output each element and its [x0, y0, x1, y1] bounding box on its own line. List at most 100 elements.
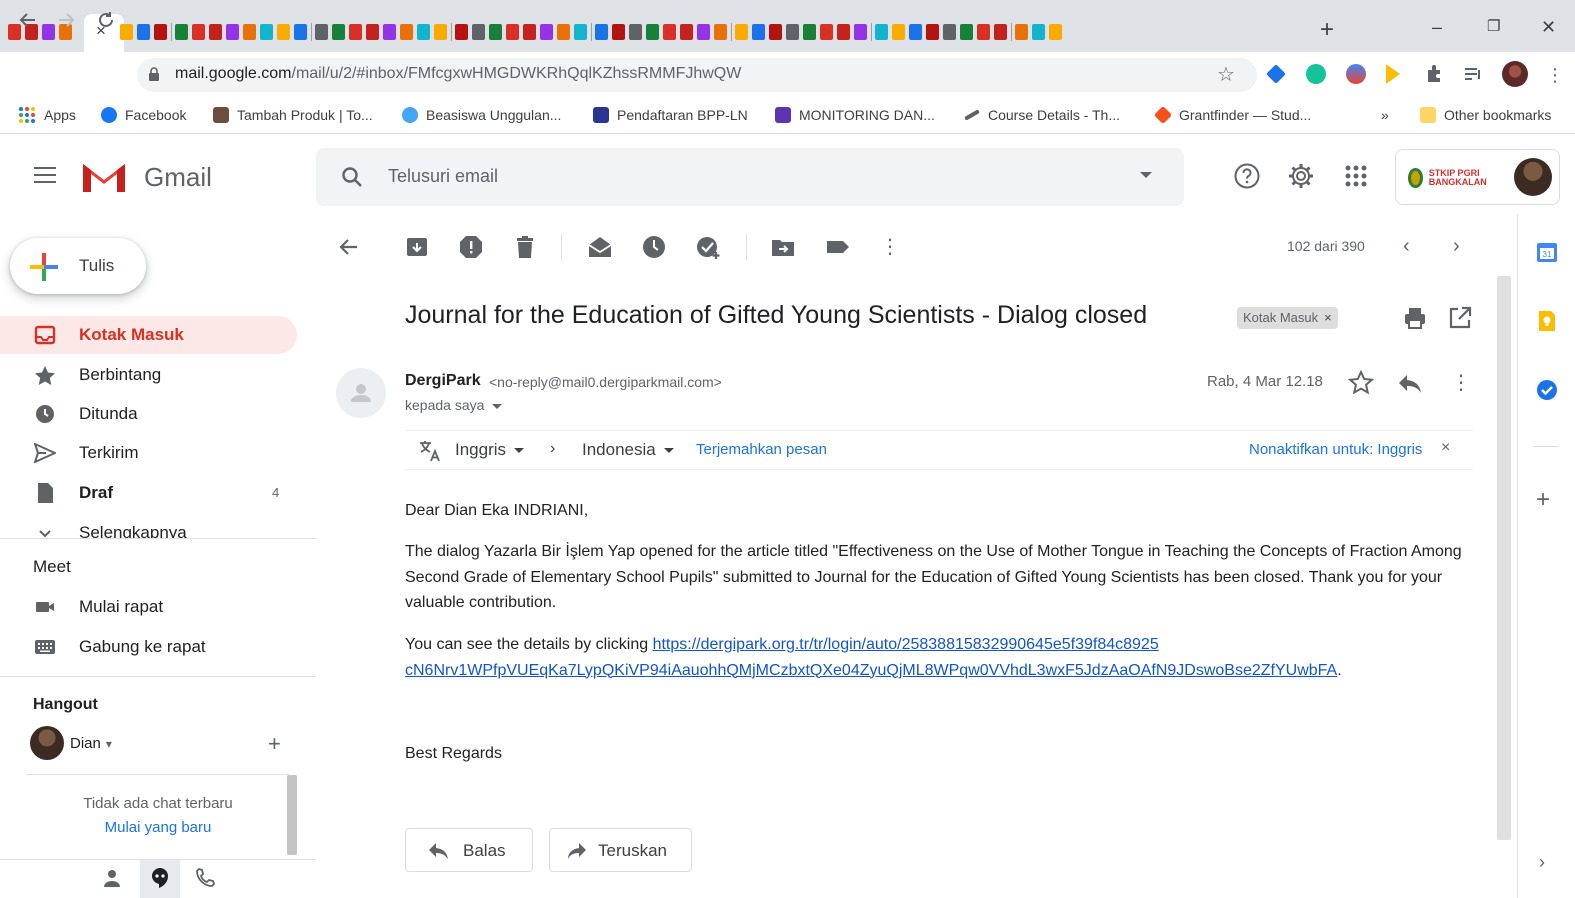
- bookmark-apps[interactable]: Apps: [18, 104, 76, 126]
- bookmark-item[interactable]: Beasiswa Unggulan...: [402, 104, 561, 126]
- tab-favicon-icon[interactable]: [943, 24, 956, 40]
- sidebar-scrollbar[interactable]: [287, 775, 297, 855]
- tab-favicon-icon[interactable]: [523, 24, 536, 40]
- tab-favicon-icon[interactable]: [1032, 24, 1045, 40]
- pinned-tab-favicons[interactable]: [8, 18, 1066, 46]
- tab-favicon-icon[interactable]: [875, 24, 888, 40]
- hangouts-chat-icon[interactable]: [148, 866, 172, 890]
- tab-favicon-icon[interactable]: [837, 24, 850, 40]
- reply-button[interactable]: Balas: [405, 828, 533, 872]
- tab-favicon-icon[interactable]: [540, 24, 553, 40]
- tab-favicon-icon[interactable]: [557, 24, 570, 40]
- tab-favicon-icon[interactable]: [434, 24, 447, 40]
- window-close-button[interactable]: ✕: [1541, 14, 1556, 40]
- extensions-puzzle-icon[interactable]: [1424, 64, 1444, 84]
- tab-favicon-icon[interactable]: [803, 24, 816, 40]
- source-language-select[interactable]: Inggris: [455, 440, 525, 460]
- tab-favicon-icon[interactable]: [697, 24, 710, 40]
- search-options-dropdown-icon[interactable]: [1140, 172, 1152, 178]
- tab-favicon-icon[interactable]: [646, 24, 659, 40]
- tab-favicon-icon[interactable]: [994, 24, 1007, 40]
- compose-label[interactable]: Tulis: [79, 256, 114, 276]
- newer-chevron-left-icon[interactable]: ‹: [1403, 234, 1410, 258]
- tab-favicon-icon[interactable]: [752, 24, 765, 40]
- tab-favicon-icon[interactable]: [315, 24, 328, 40]
- tab-favicon-icon[interactable]: [120, 24, 133, 40]
- nav-item-drafts[interactable]: Draf 4: [0, 474, 297, 512]
- tab-favicon-icon[interactable]: [854, 24, 867, 40]
- tab-favicon-icon[interactable]: [926, 24, 939, 40]
- help-icon[interactable]: [1233, 162, 1261, 190]
- reading-list-icon[interactable]: [1463, 64, 1483, 84]
- bookmark-item[interactable]: Grantfinder — Stud...: [1153, 104, 1311, 126]
- tab-favicon-icon[interactable]: [383, 24, 396, 40]
- tab-favicon-icon[interactable]: [595, 24, 608, 40]
- tab-favicon-icon[interactable]: [735, 24, 748, 40]
- hangout-avatar[interactable]: [30, 726, 64, 760]
- extension-icon[interactable]: [1346, 64, 1366, 84]
- tab-favicon-icon[interactable]: [489, 24, 502, 40]
- tab-favicon-icon[interactable]: [154, 24, 167, 40]
- close-translate-icon[interactable]: ×: [1441, 439, 1450, 457]
- details-link[interactable]: https://dergipark.org.tr/tr/login/auto/2…: [653, 636, 1159, 653]
- remove-label-icon[interactable]: ×: [1324, 310, 1332, 325]
- nav-item-more[interactable]: Selengkapnya: [0, 514, 297, 538]
- window-restore-button[interactable]: ❐: [1487, 14, 1500, 40]
- keep-icon[interactable]: [1535, 309, 1559, 333]
- tab-favicon-icon[interactable]: [417, 24, 430, 40]
- settings-gear-icon[interactable]: [1287, 162, 1315, 190]
- account-avatar[interactable]: [1514, 158, 1552, 196]
- phone-icon[interactable]: [193, 866, 217, 890]
- tab-favicon-icon[interactable]: [629, 24, 642, 40]
- address-url[interactable]: mail.google.com/mail/u/2/#inbox/FMfcgxwH…: [175, 65, 741, 83]
- get-addons-plus-icon[interactable]: +: [1536, 487, 1550, 513]
- tab-favicon-icon[interactable]: [1049, 24, 1062, 40]
- gmail-logo-icon[interactable]: [80, 158, 128, 194]
- nav-item-inbox[interactable]: Kotak Masuk: [0, 316, 297, 354]
- target-language-select[interactable]: Indonesia: [582, 440, 674, 460]
- tab-favicon-icon[interactable]: [455, 24, 468, 40]
- message-scrollbar[interactable]: [1497, 276, 1511, 840]
- tab-favicon-icon[interactable]: [175, 24, 188, 40]
- nav-item-snoozed[interactable]: Ditunda: [0, 395, 297, 433]
- new-tab-button[interactable]: +: [1320, 16, 1334, 44]
- calendar-icon[interactable]: 31: [1535, 240, 1559, 264]
- report-spam-icon[interactable]: [458, 234, 484, 260]
- show-side-panel-chevron-icon[interactable]: ›: [1539, 852, 1545, 873]
- open-in-new-window-icon[interactable]: [1447, 305, 1473, 331]
- tab-favicon-icon[interactable]: [349, 24, 362, 40]
- tab-favicon-icon[interactable]: [977, 24, 990, 40]
- tab-favicon-icon[interactable]: [612, 24, 625, 40]
- archive-icon[interactable]: [404, 234, 430, 260]
- label-chip-inbox[interactable]: Kotak Masuk ×: [1237, 307, 1338, 329]
- grammarly-extension-icon[interactable]: [1306, 64, 1326, 84]
- tab-favicon-icon[interactable]: [137, 24, 150, 40]
- details-link-continued[interactable]: cN6Nrv1WPfpVUEqKa7LypQKiVP94iAauohhQMjMC…: [405, 662, 1337, 679]
- tab-favicon-icon[interactable]: [366, 24, 379, 40]
- forward-button[interactable]: [56, 10, 76, 37]
- tab-favicon-icon[interactable]: [42, 24, 55, 40]
- tab-favicon-icon[interactable]: [506, 24, 519, 40]
- tab-favicon-icon[interactable]: [226, 24, 239, 40]
- browser-menu-icon[interactable]: ⋮: [1546, 62, 1564, 88]
- tab-favicon-icon[interactable]: [892, 24, 905, 40]
- apps-grid-icon[interactable]: [1342, 162, 1370, 190]
- tab-favicon-icon[interactable]: [192, 24, 205, 40]
- bookmark-item[interactable]: MONITORING DAN...: [775, 104, 935, 126]
- contacts-person-icon[interactable]: [100, 866, 124, 890]
- lock-icon[interactable]: [148, 67, 160, 81]
- back-button[interactable]: [18, 10, 38, 37]
- disable-translation-link[interactable]: Nonaktifkan untuk: Inggris: [1249, 441, 1422, 458]
- sender-name[interactable]: DergiPark: [405, 372, 481, 390]
- main-menu-icon[interactable]: [34, 167, 56, 185]
- bookmark-item[interactable]: Tambah Produk | To...: [213, 104, 373, 126]
- browser-profile-avatar[interactable]: [1502, 61, 1528, 87]
- new-conversation-plus-icon[interactable]: +: [268, 732, 281, 756]
- tab-favicon-icon[interactable]: [260, 24, 273, 40]
- older-chevron-right-icon[interactable]: ›: [1453, 234, 1460, 258]
- message-more-icon[interactable]: ⋮: [1451, 370, 1477, 396]
- tab-favicon-icon[interactable]: [472, 24, 485, 40]
- tab-favicon-icon[interactable]: [786, 24, 799, 40]
- bookmark-star-icon[interactable]: ☆: [1217, 62, 1235, 87]
- bookmark-item[interactable]: Pendaftaran BPP-LN: [593, 104, 748, 126]
